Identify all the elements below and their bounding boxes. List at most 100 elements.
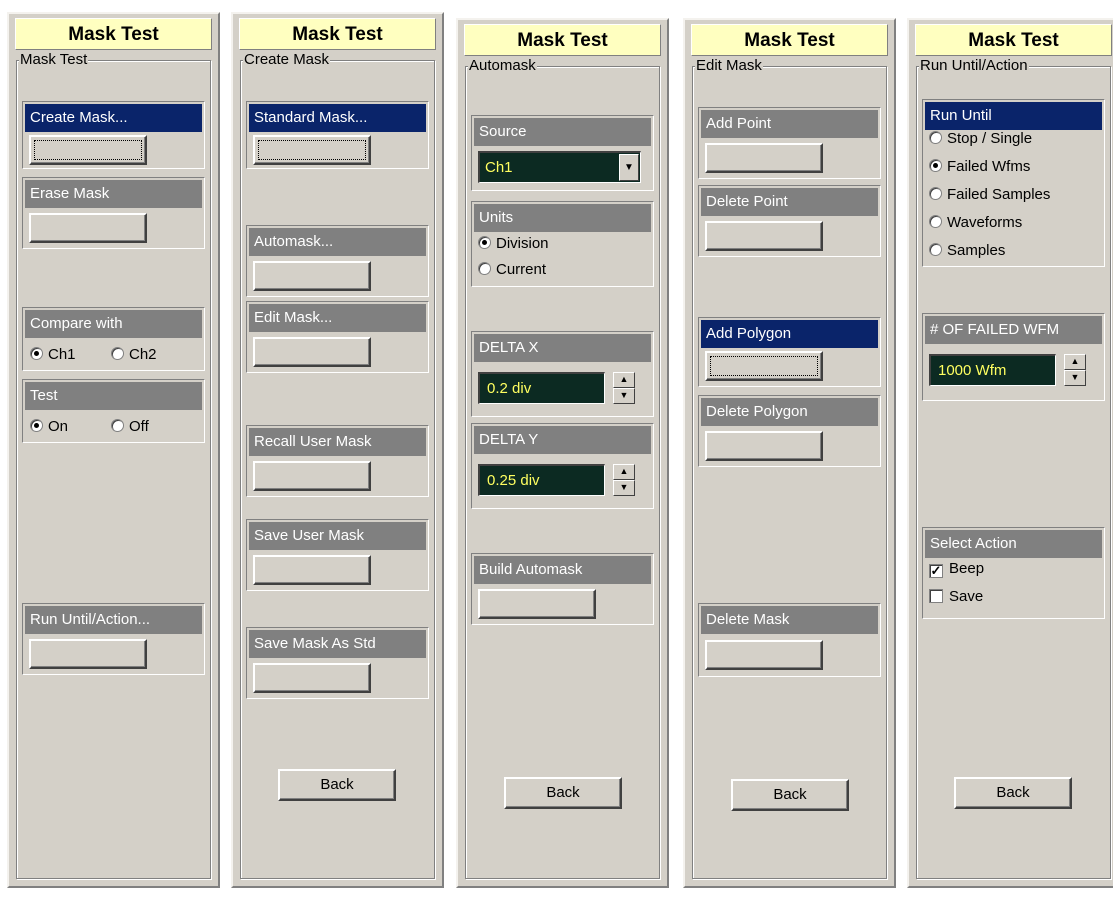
build-automask-box: Build Automask bbox=[471, 553, 654, 625]
source-box: Source Ch1 ▼ bbox=[471, 115, 654, 191]
delete-point-button[interactable] bbox=[705, 221, 823, 251]
save-user-mask-label: Save User Mask bbox=[249, 522, 426, 550]
checkbox-unchecked-icon bbox=[929, 589, 943, 603]
spin-down-icon[interactable]: ▼ bbox=[1064, 370, 1086, 386]
spin-down-icon[interactable]: ▼ bbox=[613, 480, 635, 496]
back-button[interactable]: Back bbox=[731, 779, 849, 811]
add-point-box: Add Point bbox=[698, 107, 881, 179]
delete-polygon-box: Delete Polygon bbox=[698, 395, 881, 467]
run-until-action-label: Run Until/Action... bbox=[25, 606, 202, 634]
delta-x-box: DELTA X 0.2 div ▲ ▼ bbox=[471, 331, 654, 417]
recall-user-mask-box: Recall User Mask bbox=[246, 425, 429, 497]
spin-up-icon[interactable]: ▲ bbox=[1064, 354, 1086, 370]
group-legend: Mask Test bbox=[19, 51, 89, 69]
group-legend: Run Until/Action bbox=[919, 57, 1029, 75]
create-mask-button[interactable] bbox=[29, 135, 147, 165]
source-label: Source bbox=[474, 118, 651, 146]
spin-up-icon[interactable]: ▲ bbox=[613, 372, 635, 388]
failed-wfm-spinner[interactable]: ▲ ▼ bbox=[1064, 354, 1086, 386]
edit-mask-button[interactable] bbox=[253, 337, 371, 367]
failed-wfm-box: # OF FAILED WFM 1000 Wfm ▲ ▼ bbox=[922, 313, 1105, 401]
mask-test-panel: Mask Test Mask Test Create Mask... Erase… bbox=[7, 12, 220, 888]
add-polygon-box: Add Polygon bbox=[698, 317, 881, 387]
radio-test-on[interactable]: On bbox=[30, 418, 68, 436]
panel-title: Mask Test bbox=[239, 18, 436, 50]
automask-box: Automask... bbox=[246, 225, 429, 297]
option-label: Stop / Single bbox=[947, 130, 1033, 147]
spin-down-icon[interactable]: ▼ bbox=[613, 388, 635, 404]
compare-with-box: Compare with Ch1 Ch2 bbox=[22, 307, 205, 371]
delta-y-box: DELTA Y 0.25 div ▲ ▼ bbox=[471, 423, 654, 509]
radio-waveforms[interactable]: Waveforms bbox=[929, 214, 1022, 232]
radio-test-off[interactable]: Off bbox=[111, 418, 149, 436]
add-point-label: Add Point bbox=[701, 110, 878, 138]
radio-checked-icon bbox=[929, 159, 942, 172]
build-automask-button[interactable] bbox=[478, 589, 596, 619]
back-button[interactable]: Back bbox=[954, 777, 1072, 809]
delta-y-spinner[interactable]: ▲ ▼ bbox=[613, 464, 635, 496]
edit-mask-box: Edit Mask... bbox=[246, 301, 429, 373]
delta-y-value[interactable]: 0.25 div bbox=[478, 464, 605, 496]
radio-compare-ch2[interactable]: Ch2 bbox=[111, 346, 157, 364]
delta-x-value[interactable]: 0.2 div bbox=[478, 372, 605, 404]
save-user-mask-button[interactable] bbox=[253, 555, 371, 585]
option-label: Beep bbox=[949, 560, 985, 577]
create-mask-panel: Mask Test Create Mask Standard Mask... A… bbox=[231, 12, 444, 888]
radio-stop-single[interactable]: Stop / Single bbox=[929, 130, 1032, 148]
radio-samples[interactable]: Samples bbox=[929, 242, 1005, 260]
save-mask-as-std-button[interactable] bbox=[253, 663, 371, 693]
add-polygon-button[interactable] bbox=[705, 351, 823, 381]
run-until-action-group: Run Until/Action Run Until Stop / Single… bbox=[916, 57, 1111, 879]
spin-up-icon[interactable]: ▲ bbox=[613, 464, 635, 480]
delete-polygon-label: Delete Polygon bbox=[701, 398, 878, 426]
erase-mask-button[interactable] bbox=[29, 213, 147, 243]
standard-mask-button[interactable] bbox=[253, 135, 371, 165]
recall-user-mask-button[interactable] bbox=[253, 461, 371, 491]
delta-x-spinner[interactable]: ▲ ▼ bbox=[613, 372, 635, 404]
radio-unchecked-icon bbox=[929, 187, 942, 200]
delete-mask-box: Delete Mask bbox=[698, 603, 881, 677]
checkbox-beep[interactable]: ✓ Beep bbox=[929, 560, 984, 578]
edit-mask-label: Edit Mask... bbox=[249, 304, 426, 332]
delta-x-label: DELTA X bbox=[474, 334, 651, 362]
edit-mask-panel: Mask Test Edit Mask Add Point Delete Poi… bbox=[683, 18, 896, 888]
save-mask-as-std-box: Save Mask As Std bbox=[246, 627, 429, 699]
radio-unchecked-icon bbox=[929, 215, 942, 228]
delete-mask-button[interactable] bbox=[705, 640, 823, 670]
radio-failed-samples[interactable]: Failed Samples bbox=[929, 186, 1050, 204]
radio-compare-ch1[interactable]: Ch1 bbox=[30, 346, 76, 364]
standard-mask-box: Standard Mask... bbox=[246, 101, 429, 169]
radio-units-current[interactable]: Current bbox=[478, 261, 546, 279]
back-button[interactable]: Back bbox=[278, 769, 396, 801]
source-dropdown[interactable]: Ch1 ▼ bbox=[478, 151, 641, 183]
radio-checked-icon bbox=[30, 419, 43, 432]
group-legend: Create Mask bbox=[243, 51, 331, 69]
failed-wfm-value[interactable]: 1000 Wfm bbox=[929, 354, 1056, 386]
run-until-label: Run Until bbox=[925, 102, 1102, 130]
select-action-box: Select Action ✓ Beep Save bbox=[922, 527, 1105, 619]
add-point-button[interactable] bbox=[705, 143, 823, 173]
checkbox-save[interactable]: Save bbox=[929, 588, 983, 606]
mask-test-group: Mask Test Create Mask... Erase Mask Comp… bbox=[16, 51, 211, 879]
panel-title: Mask Test bbox=[691, 24, 888, 56]
automask-button[interactable] bbox=[253, 261, 371, 291]
delete-point-label: Delete Point bbox=[701, 188, 878, 216]
option-label: Ch1 bbox=[48, 346, 76, 363]
add-polygon-label: Add Polygon bbox=[701, 320, 878, 348]
recall-user-mask-label: Recall User Mask bbox=[249, 428, 426, 456]
build-automask-label: Build Automask bbox=[474, 556, 651, 584]
run-until-action-panel: Mask Test Run Until/Action Run Until Sto… bbox=[907, 18, 1113, 888]
chevron-down-icon[interactable]: ▼ bbox=[619, 154, 639, 181]
radio-failed-wfms[interactable]: Failed Wfms bbox=[929, 158, 1030, 176]
radio-units-division[interactable]: Division bbox=[478, 235, 549, 253]
delete-point-box: Delete Point bbox=[698, 185, 881, 257]
radio-unchecked-icon bbox=[929, 243, 942, 256]
option-label: Ch2 bbox=[129, 346, 157, 363]
radio-unchecked-icon bbox=[111, 419, 124, 432]
option-label: Division bbox=[496, 235, 549, 252]
run-until-action-button[interactable] bbox=[29, 639, 147, 669]
create-mask-group: Create Mask Standard Mask... Automask...… bbox=[240, 51, 435, 879]
option-label: On bbox=[48, 418, 69, 435]
back-button[interactable]: Back bbox=[504, 777, 622, 809]
delete-polygon-button[interactable] bbox=[705, 431, 823, 461]
